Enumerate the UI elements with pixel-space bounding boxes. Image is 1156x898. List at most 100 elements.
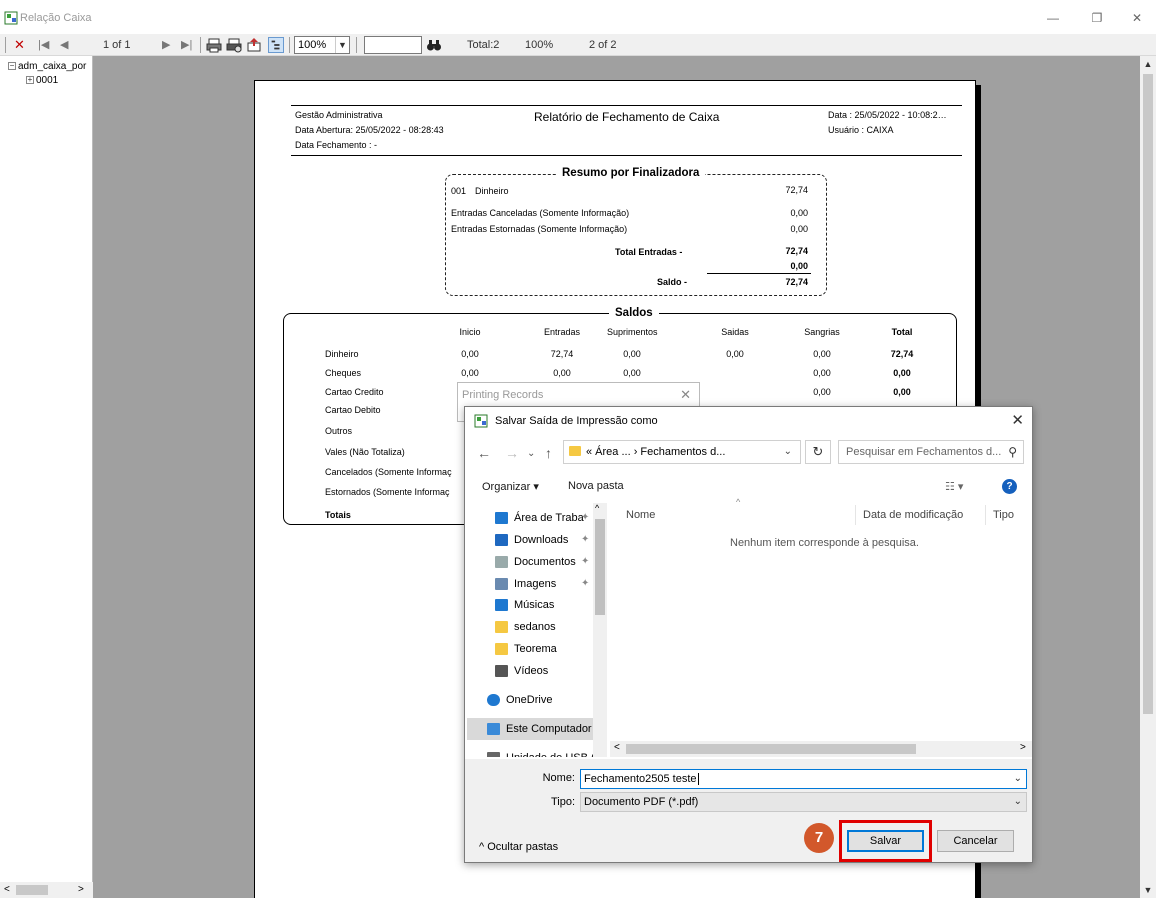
scroll-right-icon[interactable]: >: [1020, 742, 1026, 753]
tree-horizontal-scrollbar[interactable]: < >: [0, 882, 93, 898]
cancel-button[interactable]: Cancelar: [937, 830, 1014, 852]
help-icon[interactable]: ?: [1002, 479, 1017, 494]
hide-folders-label: Ocultar pastas: [487, 841, 559, 853]
nav-item--rea-de-traba[interactable]: Área de Traba ✦: [467, 507, 593, 529]
command-bar: Organizar ▾ Nova pasta ☷ ▾ ?: [465, 474, 1032, 500]
scroll-thumb[interactable]: [595, 519, 605, 615]
nav-item-downloads[interactable]: Downloads ✦: [467, 529, 593, 551]
file-list-horizontal-scrollbar[interactable]: < >: [610, 741, 1032, 757]
scroll-left-icon[interactable]: <: [614, 742, 620, 753]
refresh-icon: ↻: [812, 444, 824, 459]
breadcrumb[interactable]: « Área ... › Fechamentos d...: [586, 446, 725, 458]
first-page-icon[interactable]: |◀: [38, 37, 49, 53]
close-window-button[interactable]: ✕: [1122, 8, 1152, 28]
nav-item-label: Imagens: [514, 578, 557, 590]
column-modified[interactable]: Data de modificação: [863, 509, 963, 521]
view-options-icon[interactable]: ☷ ▾: [945, 480, 963, 493]
saldos-row-label: Cartao Credito: [325, 387, 384, 397]
print-icon[interactable]: [206, 37, 222, 53]
hide-folders-button[interactable]: ^ Ocultar pastas: [479, 841, 558, 853]
chevron-down-icon[interactable]: ⌄: [784, 441, 792, 463]
tree-item-child[interactable]: +0001: [26, 75, 58, 86]
scroll-right-icon[interactable]: >: [78, 884, 84, 895]
up-arrow-icon[interactable]: ↑: [545, 445, 552, 461]
filename-field[interactable]: Fechamento2505 teste ⌄: [580, 769, 1027, 789]
nav-item-label: sedanos: [514, 621, 556, 633]
nav-item-v-deos[interactable]: Vídeos: [467, 660, 593, 682]
new-folder-button[interactable]: Nova pasta: [568, 480, 624, 492]
next-page-icon[interactable]: ▶: [162, 37, 170, 53]
scroll-thumb[interactable]: [1143, 74, 1153, 714]
filetype-select[interactable]: Documento PDF (*.pdf) ⌄: [580, 792, 1027, 812]
search-icon: ⚲: [1008, 445, 1017, 459]
binoculars-icon[interactable]: [426, 37, 442, 53]
search-placeholder: Pesquisar em Fechamentos d...: [846, 446, 1002, 458]
saldos-column-header: Saidas: [721, 327, 749, 337]
last-page-icon[interactable]: ▶|: [181, 37, 192, 53]
scroll-up-icon[interactable]: ^: [595, 503, 599, 513]
close-icon[interactable]: ✕: [680, 387, 691, 403]
saldos-cell-total: 0,00: [893, 387, 911, 397]
nav-item-unidade-de-usb-i[interactable]: Unidade de USB (I: [467, 747, 598, 757]
saldos-cell-total: 72,74: [890, 349, 914, 359]
nav-item-onedrive[interactable]: OneDrive: [467, 689, 593, 711]
column-type[interactable]: Tipo: [993, 509, 1014, 521]
scroll-up-icon[interactable]: ▲: [1140, 56, 1156, 72]
forward-arrow-icon[interactable]: →: [505, 445, 519, 461]
close-report-icon[interactable]: ✕: [14, 37, 25, 53]
scroll-thumb[interactable]: [626, 744, 916, 754]
scroll-thumb[interactable]: [16, 885, 48, 895]
nav-item-imagens[interactable]: Imagens ✦: [467, 573, 593, 595]
saldos-row-label: Outros: [325, 426, 353, 436]
search-input[interactable]: Pesquisar em Fechamentos d... ⚲: [838, 440, 1024, 464]
address-bar[interactable]: « Área ... › Fechamentos d... ⌄: [563, 440, 801, 464]
expand-icon[interactable]: +: [26, 76, 34, 85]
column-name[interactable]: Nome: [626, 509, 655, 521]
minimize-button[interactable]: —: [1038, 8, 1068, 28]
column-divider[interactable]: [855, 505, 856, 525]
column-divider[interactable]: [985, 505, 986, 525]
previous-page-icon[interactable]: ◀: [60, 37, 68, 53]
pin-icon: ✦: [581, 534, 590, 545]
search-text-input[interactable]: [364, 36, 422, 54]
resumo-value: 72,74: [785, 185, 808, 195]
preview-vertical-scrollbar[interactable]: ▲ ▼: [1140, 56, 1156, 898]
nav-item-sedanos[interactable]: sedanos: [467, 616, 593, 638]
save-as-dialog: Salvar Saída de Impressão como ✕ ← → ⌄ ↑…: [464, 406, 1033, 863]
restore-button[interactable]: ❐: [1082, 8, 1112, 28]
print-setup-icon[interactable]: [226, 37, 242, 53]
export-icon[interactable]: [246, 37, 262, 53]
back-arrow-icon[interactable]: ←: [477, 445, 491, 461]
nav-item-teorema[interactable]: Teorema: [467, 638, 593, 660]
nav-item-documentos[interactable]: Documentos ✦: [467, 551, 593, 573]
canceladas-label: Entradas Canceladas (Somente Informação): [451, 208, 630, 218]
dialog-title: Salvar Saída de Impressão como: [495, 415, 658, 427]
video-icon: [495, 665, 508, 677]
saldos-column-header: Sangrias: [804, 327, 840, 337]
zoom-select[interactable]: 100% ▼: [294, 36, 350, 54]
toolbar-separator: [289, 37, 290, 53]
chevron-down-icon[interactable]: ⌄: [1014, 770, 1022, 788]
toolbar-separator: [5, 37, 6, 53]
refresh-button[interactable]: ↻: [805, 440, 831, 464]
nav-item-m-sicas[interactable]: Músicas: [467, 594, 593, 616]
nav-item-label: Downloads: [514, 534, 569, 546]
organize-button[interactable]: Organizar ▾: [482, 480, 539, 493]
nav-item-label: Músicas: [514, 599, 555, 611]
dialog-close-button[interactable]: ✕: [1011, 411, 1024, 429]
chevron-down-icon: ⌄: [1013, 796, 1022, 807]
group-tree-icon[interactable]: [268, 37, 284, 53]
tree-item-root[interactable]: − adm_caixa_por: [8, 61, 86, 72]
total-entradas-value: 72,74: [785, 246, 808, 256]
filename-value: Fechamento2505 teste: [584, 773, 697, 785]
recent-locations-icon[interactable]: ⌄: [527, 448, 535, 459]
saldos-cell-total: 0,00: [893, 368, 911, 378]
folder-icon: [569, 446, 581, 456]
nav-item-este-computador[interactable]: Este Computador: [467, 718, 593, 740]
scroll-down-icon[interactable]: ▼: [1140, 882, 1156, 898]
nav-item-label: Área de Traba: [514, 512, 584, 524]
document-icon: [495, 556, 508, 568]
scroll-left-icon[interactable]: <: [4, 884, 10, 895]
collapse-icon[interactable]: −: [8, 62, 16, 71]
navigation-scrollbar[interactable]: ^: [593, 503, 607, 757]
